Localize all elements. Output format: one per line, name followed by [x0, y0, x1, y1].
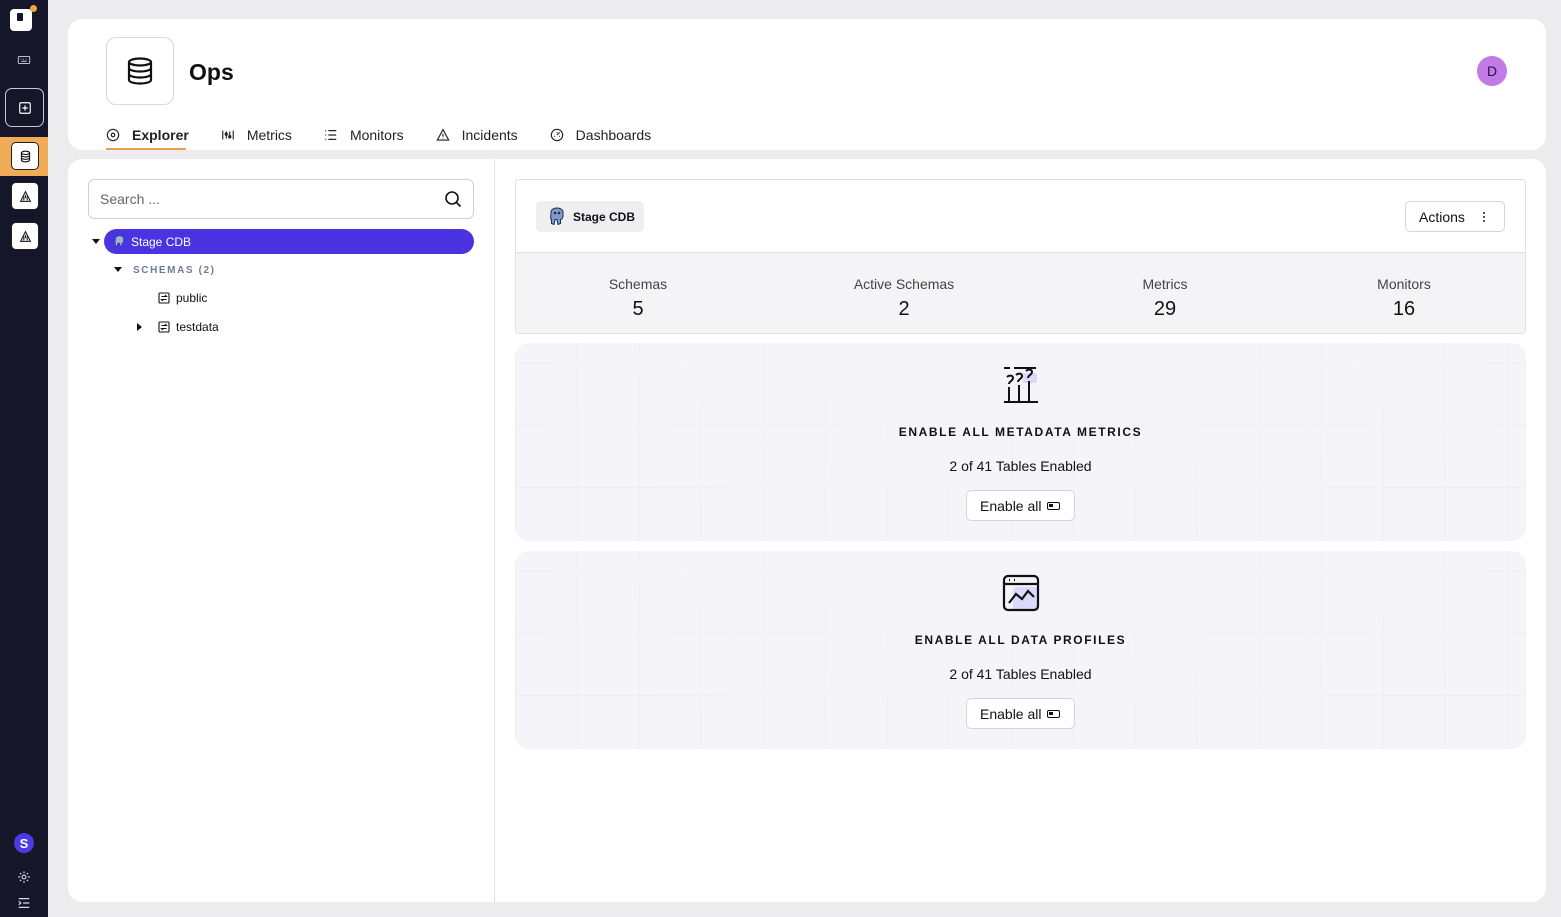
alert-nav-button[interactable] — [11, 182, 39, 210]
data-profiles-card: ENABLE ALL DATA PROFILES 2 of 41 Tables … — [515, 551, 1526, 749]
feature-subtitle: 2 of 41 Tables Enabled — [949, 666, 1092, 682]
enable-all-metadata-button[interactable]: Enable all — [966, 490, 1075, 521]
schemas-group-label[interactable]: SCHEMAS (2) — [133, 265, 216, 276]
workspace-badge[interactable]: S — [14, 833, 34, 853]
tree-root-datasource[interactable]: Stage CDB — [104, 229, 474, 254]
metrics-icon — [221, 130, 234, 139]
tab-label: Dashboards — [575, 126, 652, 143]
tab-label: Metrics — [246, 126, 292, 143]
schema-icon — [158, 321, 170, 333]
schema-tree-panel: Stage CDB SCHEMAS (2) public testdata — [68, 159, 495, 902]
collapse-menu-icon[interactable] — [14, 893, 34, 913]
alert-nav-button-2[interactable] — [11, 222, 39, 250]
search-input[interactable] — [89, 180, 419, 218]
kebab-menu-icon — [1483, 212, 1486, 224]
app-logo[interactable] — [10, 5, 37, 31]
datasource-chip: Stage CDB — [536, 201, 645, 232]
page-title: Ops — [189, 59, 234, 85]
notification-dot — [30, 5, 37, 12]
tab-monitors[interactable]: Monitors — [324, 119, 436, 150]
add-widget-button[interactable] — [5, 88, 44, 127]
schema-icon — [158, 292, 170, 304]
tab-bar: Explorer Metrics Monitors Incidents Dash… — [106, 119, 683, 150]
tab-incidents[interactable]: Incidents — [435, 119, 550, 150]
warning-icon — [435, 127, 450, 141]
stat-metrics: Metrics 29 — [1065, 276, 1265, 321]
main-panel: Stage CDB SCHEMAS (2) public testdata St… — [68, 159, 1546, 902]
collapse-caret-icon[interactable] — [92, 239, 100, 244]
stat-label: Active Schemas — [853, 276, 955, 292]
settings-gear-icon[interactable] — [14, 867, 34, 887]
database-nav-button[interactable] — [11, 142, 39, 170]
actions-label: Actions — [1419, 208, 1465, 225]
keyboard-icon[interactable] — [14, 50, 34, 70]
postgres-elephant-icon — [550, 206, 564, 225]
stat-value: 5 — [632, 298, 644, 320]
datasource-stats: Schemas 5 Active Schemas 2 Metrics 29 Mo… — [516, 253, 1525, 333]
tree-item-label: testdata — [176, 320, 219, 334]
tree-root-label: Stage CDB — [131, 234, 192, 249]
postgres-icon — [114, 235, 124, 247]
stat-monitors: Monitors 16 — [1304, 276, 1504, 321]
feature-title: ENABLE ALL DATA PROFILES — [914, 633, 1127, 647]
data-profile-chart-icon — [1002, 574, 1040, 612]
left-rail: S — [0, 0, 48, 917]
button-label: Enable all — [980, 497, 1042, 514]
stat-active-schemas: Active Schemas 2 — [804, 276, 1004, 321]
tab-explorer[interactable]: Explorer — [106, 119, 221, 150]
metadata-metrics-card: ENABLE ALL METADATA METRICS 2 of 41 Tabl… — [515, 343, 1526, 541]
tree-item-schema[interactable]: public — [158, 291, 207, 305]
enable-all-profiles-button[interactable]: Enable all — [966, 698, 1075, 729]
list-icon — [325, 129, 337, 140]
gauge-icon — [550, 128, 563, 141]
database-stack-icon — [106, 37, 174, 105]
user-avatar[interactable]: D — [1477, 56, 1507, 86]
stat-value: 29 — [1153, 298, 1177, 320]
collapse-caret-icon[interactable] — [114, 267, 122, 272]
datasource-name: Stage CDB — [573, 209, 636, 224]
stat-label: Schemas — [608, 276, 668, 292]
stat-schemas: Schemas 5 — [538, 276, 738, 321]
compass-icon — [106, 128, 120, 141]
search-icon[interactable] — [444, 190, 462, 208]
stat-value: 2 — [898, 298, 910, 320]
metadata-metrics-icon — [1004, 367, 1038, 403]
datasource-card-header: Stage CDB Actions — [516, 180, 1525, 253]
tab-label: Explorer — [132, 126, 189, 143]
stat-label: Monitors — [1377, 276, 1431, 292]
feature-subtitle: 2 of 41 Tables Enabled — [949, 458, 1092, 474]
stat-label: Metrics — [1142, 276, 1188, 292]
feature-title: ENABLE ALL METADATA METRICS — [898, 425, 1143, 439]
expand-caret-icon[interactable] — [137, 323, 142, 331]
toggle-icon — [1047, 710, 1060, 718]
stat-value: 16 — [1392, 298, 1416, 320]
page-header: Ops D Explorer Metrics Monitors Incident… — [68, 19, 1546, 150]
datasource-summary-card: Stage CDB Actions Schemas 5 Active Schem… — [515, 179, 1526, 334]
button-label: Enable all — [980, 705, 1042, 722]
tab-label: Incidents — [461, 126, 518, 143]
tab-dashboards[interactable]: Dashboards — [550, 119, 684, 150]
tree-item-label: public — [176, 291, 208, 305]
tab-label: Monitors — [349, 126, 404, 143]
search-box — [88, 179, 474, 219]
actions-button[interactable]: Actions — [1405, 201, 1505, 232]
tree-item-schema[interactable]: testdata — [158, 320, 219, 334]
toggle-icon — [1047, 502, 1060, 510]
tab-metrics[interactable]: Metrics — [221, 119, 324, 150]
